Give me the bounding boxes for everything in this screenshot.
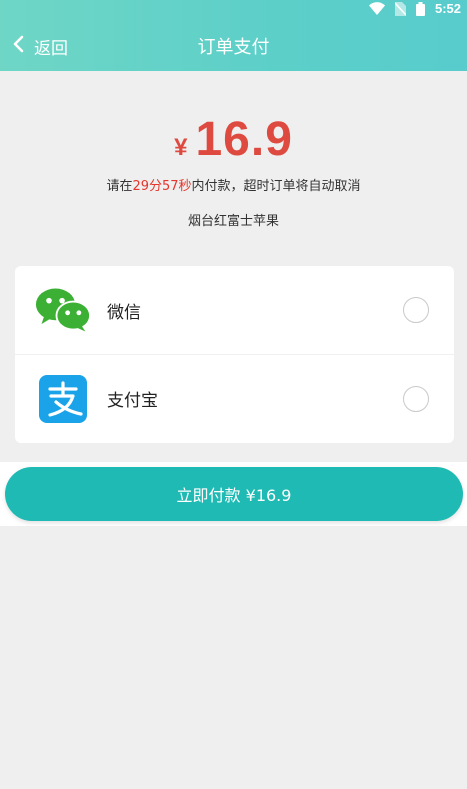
currency-symbol: ¥ xyxy=(174,134,188,161)
countdown-prefix: 请在 xyxy=(106,179,133,194)
payment-option-alipay[interactable]: 支付宝 xyxy=(15,354,454,442)
payment-option-label: 微信 xyxy=(107,302,141,323)
price-amount: 16.9 xyxy=(195,113,293,166)
status-bar: 5:52 xyxy=(0,0,467,18)
battery-icon xyxy=(415,1,425,16)
payment-method-list: 微信 支付宝 xyxy=(15,266,454,443)
wechat-icon xyxy=(35,285,91,335)
clock: 5:52 xyxy=(434,1,461,16)
payment-countdown: 请在29分57秒内付款，超时订单将自动取消 xyxy=(0,175,467,194)
wifi-icon xyxy=(368,2,385,15)
payment-option-wechat[interactable]: 微信 xyxy=(15,266,454,354)
countdown-timer: 29分57秒 xyxy=(132,179,192,194)
alipay-icon xyxy=(35,374,91,424)
app-header: 5:52 返回 订单支付 xyxy=(0,0,467,71)
product-name: 烟台红富士苹果 xyxy=(187,214,279,229)
page-title: 订单支付 xyxy=(197,37,270,58)
countdown-suffix: 内付款，超时订单将自动取消 xyxy=(191,179,361,194)
radio-button-wechat[interactable] xyxy=(403,297,429,323)
no-sim-icon xyxy=(394,1,406,16)
pay-now-button[interactable]: 立即付款 ¥16.9 xyxy=(5,467,463,521)
status-icons: 5:52 xyxy=(368,1,461,16)
payment-option-label: 支付宝 xyxy=(107,391,158,411)
order-summary: ¥ 16.9 请在29分57秒内付款，超时订单将自动取消 烟台红富士苹果 xyxy=(0,112,467,229)
radio-button-alipay[interactable] xyxy=(403,385,429,412)
order-price: ¥ 16.9 xyxy=(0,112,467,167)
